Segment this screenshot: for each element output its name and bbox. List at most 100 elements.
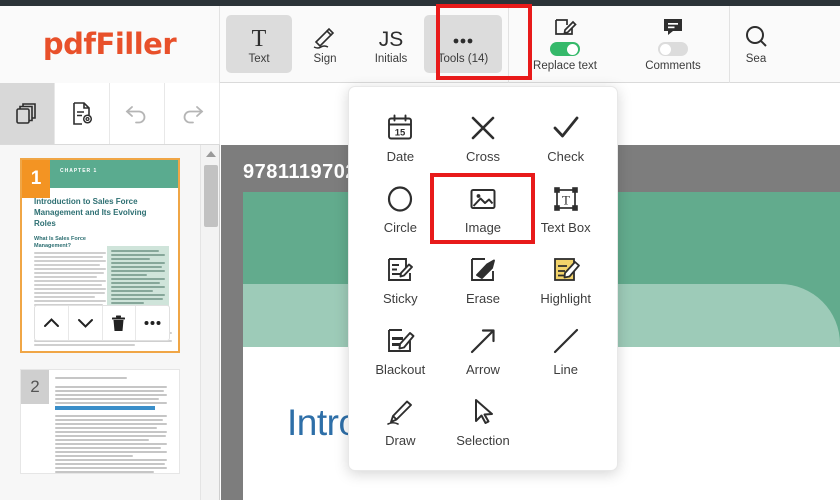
tools-dropdown-panel[interactable]: 15 Date Cross Check Circle Image T Text …	[348, 86, 618, 471]
undo-arrow-icon	[124, 102, 150, 126]
thumbnail-move-up-button[interactable]	[35, 306, 69, 340]
comments-switch[interactable]	[658, 42, 688, 56]
calendar-15-icon: 15	[385, 113, 415, 143]
document-gear-icon	[70, 101, 95, 126]
more-dots-icon	[449, 24, 477, 50]
toolbar-label-sign: Sign	[313, 52, 337, 65]
tool-label-text-box: Text Box	[540, 220, 591, 235]
toolbar-button-text[interactable]: T Text	[226, 15, 292, 73]
scrollbar-thumb[interactable]	[204, 165, 218, 227]
subbar-button-redo[interactable]	[165, 83, 220, 144]
text-box-icon: T	[551, 184, 581, 214]
tool-item-check[interactable]: Check	[526, 106, 606, 172]
thumbnail2-body-bottom	[55, 415, 167, 473]
tool-label-draw: Draw	[385, 433, 416, 448]
eraser-icon	[468, 255, 498, 285]
subbar-button-document-settings[interactable]	[55, 83, 110, 144]
thumbnail-more-options-button[interactable]	[136, 306, 169, 340]
tool-item-sticky[interactable]: Sticky	[360, 248, 440, 314]
tool-item-line[interactable]: Line	[526, 319, 606, 385]
search-icon	[744, 24, 768, 48]
svg-text:T: T	[252, 26, 267, 50]
arrow-icon	[468, 326, 498, 356]
page-thumbnail-1[interactable]: CHAPTER 1 1 Introduction to Sales Force …	[20, 158, 180, 353]
line-icon	[551, 326, 581, 356]
brand-logo[interactable]: pdfFiller	[0, 5, 220, 83]
thumbnail2-header-text	[55, 377, 167, 381]
annotation-tool-group: T Text Sign JS Initials Tools (14)	[220, 6, 508, 83]
checkmark-icon	[551, 113, 581, 143]
page-number-badge-1: 1	[22, 160, 50, 198]
tool-item-erase[interactable]: Erase	[443, 248, 523, 314]
thumbnail-subheading: What Is Sales Force Management?	[34, 236, 86, 249]
text-icon: T	[248, 24, 270, 50]
toolbar-toggle-comments[interactable]: Comments	[627, 13, 719, 75]
sign-icon	[312, 24, 338, 50]
comments-icon	[661, 16, 685, 38]
redo-arrow-icon	[179, 102, 205, 126]
thumbnail2-highlighted-heading	[55, 406, 155, 410]
thumbnail-chapter-label: CHAPTER 1	[60, 168, 98, 174]
tool-label-blackout: Blackout	[375, 362, 426, 377]
tool-label-check: Check	[547, 149, 585, 164]
tool-item-text-box[interactable]: T Text Box	[526, 177, 606, 243]
toggle-tool-group: Replace text Comments	[509, 6, 729, 83]
tool-item-draw[interactable]: Draw	[360, 390, 440, 456]
tool-label-erase: Erase	[466, 291, 500, 306]
toolbar-label-replace-text: Replace text	[533, 60, 597, 72]
main-toolbar: pdfFiller T Text Sign JS Initials Tools …	[0, 5, 840, 83]
tool-label-date: Date	[386, 149, 415, 164]
draw-pen-icon	[385, 397, 415, 427]
search-tool-group: Sea	[730, 6, 768, 83]
tool-label-image: Image	[464, 220, 502, 235]
toolbar-label-comments: Comments	[645, 60, 701, 72]
brand-text: pdfFiller	[42, 27, 177, 61]
toolbar-button-search[interactable]: Sea	[744, 24, 768, 65]
thumbnail-move-down-button[interactable]	[69, 306, 103, 340]
toolbar-button-tools[interactable]: Tools (14)	[424, 15, 502, 73]
image-icon	[468, 184, 498, 214]
tool-label-sticky: Sticky	[382, 291, 418, 306]
tool-label-highlight: Highlight	[540, 291, 591, 306]
toolbar-label-search: Sea	[745, 52, 767, 65]
tool-label-arrow: Arrow	[466, 362, 500, 377]
subbar-button-undo[interactable]	[110, 83, 165, 144]
toolbar-label-tools: Tools (14)	[437, 52, 489, 65]
svg-text:15: 15	[395, 127, 406, 138]
switch-knob	[660, 43, 671, 55]
initials-icon: JS	[375, 24, 407, 50]
subbar-button-pages-panel[interactable]	[0, 83, 55, 144]
tool-item-blackout[interactable]: Blackout	[360, 319, 440, 385]
thumbnail-delete-button[interactable]	[103, 306, 137, 340]
tool-label-cross: Cross	[466, 149, 500, 164]
replace-text-icon	[553, 16, 577, 38]
circle-icon	[385, 184, 415, 214]
thumbnail-container-1: CHAPTER 1 1 Introduction to Sales Force …	[0, 158, 200, 353]
tool-label-selection: Selection	[456, 433, 510, 448]
toolbar-button-initials[interactable]: JS Initials	[358, 15, 424, 73]
sidebar-scrollbar[interactable]	[200, 145, 220, 500]
tool-item-cross[interactable]: Cross	[443, 106, 523, 172]
secondary-toolbar	[0, 83, 220, 145]
scroll-up-arrow-icon[interactable]	[206, 151, 216, 157]
toolbar-button-sign[interactable]: Sign	[292, 15, 358, 73]
tool-item-date[interactable]: 15 Date	[360, 106, 440, 172]
pdffiller-editor-window: pdfFiller T Text Sign JS Initials Tools …	[0, 0, 840, 500]
page-thumbnail-2[interactable]: 2	[20, 369, 180, 474]
thumbnail-action-bar	[34, 305, 170, 341]
svg-text:JS: JS	[379, 28, 404, 50]
tool-item-circle[interactable]: Circle	[360, 177, 440, 243]
tool-item-selection[interactable]: Selection	[443, 390, 523, 456]
brand-text-pdf: pdf	[42, 27, 96, 61]
tool-item-image[interactable]: Image	[443, 177, 523, 243]
sticky-note-icon	[385, 255, 415, 285]
replace-text-switch[interactable]	[550, 42, 580, 56]
blackout-icon	[385, 326, 415, 356]
toolbar-toggle-replace-text[interactable]: Replace text	[519, 13, 611, 75]
tool-item-arrow[interactable]: Arrow	[443, 319, 523, 385]
tool-label-line: Line	[553, 362, 578, 377]
tool-item-highlight[interactable]: Highlight	[526, 248, 606, 314]
thumbnail-title: Introduction to Sales Force Management a…	[34, 197, 147, 228]
page-thumbnails-panel[interactable]: CHAPTER 1 1 Introduction to Sales Force …	[0, 145, 200, 500]
cross-x-icon	[468, 113, 498, 143]
